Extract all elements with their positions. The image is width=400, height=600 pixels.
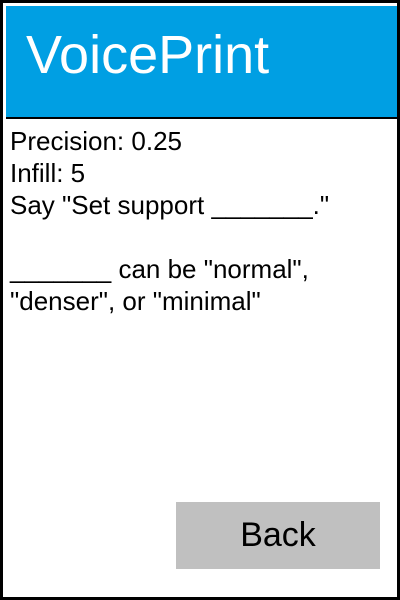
app-title: VoicePrint <box>26 25 270 85</box>
back-button[interactable]: Back <box>176 502 380 569</box>
precision-value: Precision: 0.25 <box>10 126 182 156</box>
options-hint-line-1: _______ can be "normal", <box>10 254 309 284</box>
voice-command-hint: Say "Set support _______." <box>10 190 330 220</box>
infill-value: Infill: 5 <box>10 158 86 188</box>
app-header: VoicePrint <box>6 6 397 119</box>
options-hint-line-2: "denser", or "minimal" <box>10 286 261 316</box>
instructions-panel: Precision: 0.25 Infill: 5 Say "Set suppo… <box>10 125 394 317</box>
app-screen: VoicePrint Precision: 0.25 Infill: 5 Say… <box>0 0 400 600</box>
